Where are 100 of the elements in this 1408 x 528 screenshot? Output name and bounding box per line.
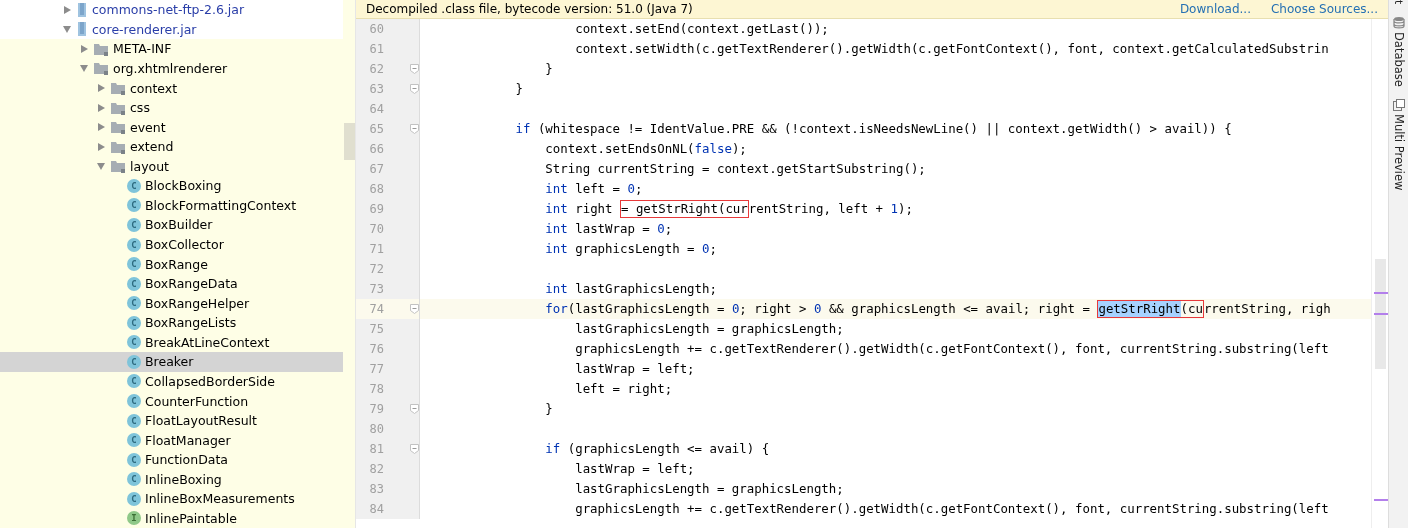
- tree-item[interactable]: C BoxBuilder: [0, 215, 343, 235]
- tool-window-tab[interactable]: t: [1392, 0, 1405, 5]
- line-number: 84: [368, 502, 384, 516]
- tree-item[interactable]: event: [0, 117, 343, 137]
- code-line: lastGraphicsLength = graphicsLength;: [574, 480, 844, 498]
- code-line: left = right;: [574, 380, 673, 398]
- tree-item[interactable]: C BreakAtLineContext: [0, 332, 343, 353]
- line-number: 64: [368, 102, 384, 116]
- class-icon: C: [127, 217, 141, 232]
- code-line: lastWrap = left;: [574, 460, 695, 478]
- tree-item[interactable]: layout: [0, 156, 343, 177]
- line-number: 60: [368, 22, 384, 36]
- line-number: 79: [368, 402, 384, 416]
- code-line: }: [514, 80, 523, 98]
- line-number: 70: [368, 222, 384, 236]
- preview-icon: [1392, 99, 1405, 112]
- tree-item[interactable]: C BoxRangeData: [0, 273, 343, 294]
- class-icon: C: [127, 394, 141, 409]
- class-icon: C: [127, 237, 141, 252]
- tree-item[interactable]: commons-net-ftp-2.6.jar: [0, 0, 343, 20]
- scrollbar[interactable]: [343, 0, 355, 528]
- fold-marker-icon[interactable]: [410, 404, 419, 414]
- folder-icon: [93, 41, 109, 56]
- fold-marker-icon[interactable]: [410, 84, 419, 94]
- tree-item[interactable]: C FunctionData: [0, 449, 343, 470]
- tree-item[interactable]: C BlockBoxing: [0, 176, 343, 196]
- folder-icon: [110, 120, 126, 135]
- line-number: 78: [368, 382, 384, 396]
- expanded-arrow-icon[interactable]: [96, 161, 106, 172]
- code-line: graphicsLength += c.getTextRenderer().getWidth(c.getFontContext(), font, currentString.substring(left: [574, 340, 1329, 358]
- collapsed-arrow-icon[interactable]: [96, 102, 106, 113]
- tree-item[interactable]: META-INF: [0, 39, 343, 59]
- tree-item[interactable]: css: [0, 97, 343, 118]
- expanded-arrow-icon[interactable]: [79, 63, 89, 74]
- expanded-arrow-icon[interactable]: [62, 24, 72, 35]
- collapsed-arrow-icon[interactable]: [79, 43, 89, 54]
- line-number: 73: [368, 282, 384, 296]
- code-line: int lastGraphicsLength;: [544, 280, 717, 298]
- code-line: int graphicsLength = 0;: [544, 240, 717, 258]
- folder-icon: [110, 159, 126, 174]
- line-number: 83: [368, 482, 384, 496]
- code-line: }: [544, 60, 553, 78]
- fold-marker-icon[interactable]: [410, 124, 419, 134]
- line-number: 68: [368, 182, 384, 196]
- folder-icon: [110, 139, 126, 154]
- tree-item[interactable]: C CollapsedBorderSide: [0, 371, 343, 392]
- class-icon: C: [127, 178, 141, 193]
- folder-icon: [110, 100, 126, 115]
- class-icon: C: [127, 335, 141, 350]
- tree-item[interactable]: C BoxRangeHelper: [0, 293, 343, 313]
- class-icon: C: [127, 296, 141, 311]
- link[interactable]: Choose Sources...: [1270, 2, 1378, 16]
- class-icon: C: [127, 374, 141, 389]
- tree-item[interactable]: I InlinePaintable: [0, 508, 343, 528]
- code-line: int left = 0;: [544, 180, 643, 198]
- jar-icon: [76, 21, 88, 38]
- tree-item[interactable]: C BoxRangeLists: [0, 313, 343, 333]
- tree-item[interactable]: C BoxCollector: [0, 234, 343, 255]
- code-line: graphicsLength += c.getTextRenderer().getWidth(c.getFontContext(), font, currentString.substring(left: [574, 500, 1329, 518]
- tree-item[interactable]: extend: [0, 136, 343, 157]
- code-line: if (graphicsLength <= avail) {: [544, 440, 770, 458]
- tree-item[interactable]: C CounterFunction: [0, 391, 343, 411]
- link[interactable]: Download...: [1179, 2, 1251, 16]
- line-number: 69: [368, 202, 384, 216]
- tree-item[interactable]: C BlockFormattingContext: [0, 195, 343, 216]
- line-number: 75: [368, 322, 384, 336]
- collapsed-arrow-icon[interactable]: [96, 83, 106, 94]
- tree-item[interactable]: C FloatLayoutResult: [0, 410, 343, 431]
- tree-item[interactable]: context: [0, 78, 343, 98]
- code-line: int right = getStrRight(cur rentString, left + 1);: [544, 199, 913, 219]
- scroll-thumb[interactable]: [1375, 259, 1386, 369]
- class-icon: C: [127, 276, 141, 291]
- tree-item[interactable]: C InlineBoxMeasurements: [0, 489, 343, 509]
- code-line: if (whitespace != IdentValue.PRE && (!context.isNeedsNewLine() || context.getWidth() > avail)) {: [514, 120, 1232, 138]
- class-icon: C: [127, 472, 141, 487]
- notice-text: Decompiled .class file, bytecode version: 51.0 (Java 7): [366, 2, 693, 16]
- line-number: 65: [368, 122, 384, 136]
- line-number: 62: [368, 62, 384, 76]
- tree-item[interactable]: C Breaker: [0, 352, 343, 372]
- collapsed-arrow-icon[interactable]: [62, 4, 72, 15]
- line-number: 76: [368, 342, 384, 356]
- line-number: 67: [368, 162, 384, 176]
- fold-marker-icon[interactable]: [410, 444, 419, 454]
- class-icon: C: [127, 491, 141, 506]
- collapsed-arrow-icon[interactable]: [96, 122, 106, 133]
- class-icon: C: [127, 413, 141, 428]
- database-icon: [1392, 16, 1405, 30]
- tree-item[interactable]: C BoxRange: [0, 254, 343, 274]
- fold-marker-icon[interactable]: [410, 304, 419, 314]
- tree-item[interactable]: core-renderer.jar: [0, 19, 343, 40]
- tree-item[interactable]: C InlineBoxing: [0, 469, 343, 490]
- collapsed-arrow-icon[interactable]: [96, 141, 106, 152]
- tool-window-tab[interactable]: Database: [1391, 16, 1406, 88]
- fold-marker-icon[interactable]: [410, 64, 419, 74]
- tree-item[interactable]: C FloatManager: [0, 430, 343, 450]
- tree-item[interactable]: org.xhtmlrenderer: [0, 58, 343, 79]
- tool-window-tab[interactable]: Multi Preview: [1391, 99, 1406, 191]
- interface-icon: I: [127, 511, 141, 526]
- code-line: }: [544, 400, 553, 418]
- line-number: 81: [368, 442, 384, 456]
